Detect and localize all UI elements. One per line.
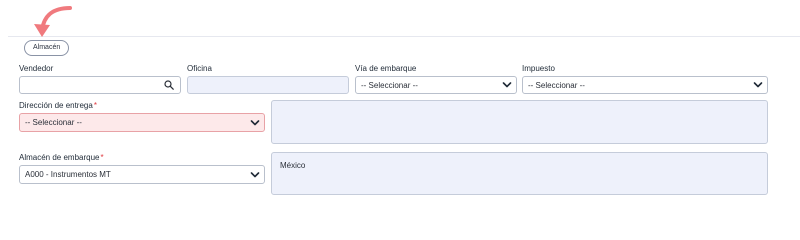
almacen-embarque-label-text: Almacén de embarque [19,153,100,162]
vendedor-input[interactable] [19,76,181,94]
oficina-field [187,76,349,94]
impuesto-label: Impuesto [522,64,555,73]
almacen-embarque-detail: México [271,152,768,195]
chevron-down-icon [753,82,763,88]
pointer-arrow-icon [34,6,72,37]
direccion-entrega-detail [271,100,768,144]
oficina-label: Oficina [187,64,212,73]
via-embarque-label: Vía de embarque [355,64,417,73]
almacen-embarque-label: Almacén de embarque* [19,153,104,162]
top-strip [0,0,800,38]
via-embarque-select[interactable]: -- Seleccionar -- [355,76,517,94]
tab-almacen[interactable]: Almacén [24,40,70,56]
almacen-embarque-value: A000 - Instrumentos MT [25,170,111,179]
required-mark: * [93,101,97,110]
direccion-entrega-select[interactable]: -- Seleccionar -- [19,113,265,132]
impuesto-select[interactable]: -- Seleccionar -- [522,76,768,94]
chevron-down-icon [250,119,260,125]
direccion-entrega-label: Dirección de entrega* [19,101,97,110]
direccion-entrega-label-text: Dirección de entrega [19,101,93,110]
required-mark: * [100,153,104,162]
chevron-down-icon [502,82,512,88]
impuesto-value: -- Seleccionar -- [528,80,585,90]
search-icon[interactable] [164,80,174,90]
direccion-entrega-value: -- Seleccionar -- [25,118,82,127]
via-embarque-value: -- Seleccionar -- [361,80,418,90]
almacen-embarque-detail-text: México [280,161,306,170]
chevron-down-icon [250,171,260,177]
vendedor-label: Vendedor [19,64,54,73]
almacen-embarque-select[interactable]: A000 - Instrumentos MT [19,165,265,184]
